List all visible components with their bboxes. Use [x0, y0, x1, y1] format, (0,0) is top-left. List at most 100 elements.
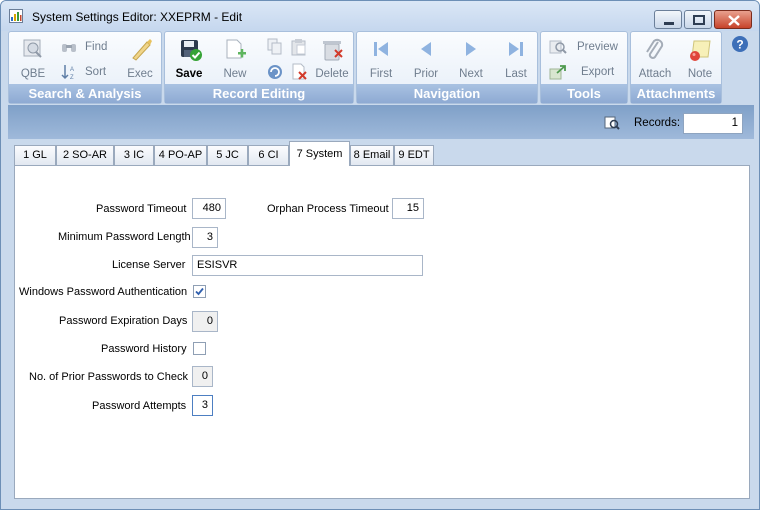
cancel-changes-button[interactable]: [289, 63, 309, 83]
preview-button[interactable]: Preview: [545, 39, 627, 55]
records-search-icon[interactable]: [604, 116, 620, 130]
close-icon: [728, 15, 740, 26]
orphan-process-timeout-label: Orphan Process Timeout: [267, 203, 389, 215]
next-label: Next: [459, 68, 483, 80]
system-settings-panel: Password Timeout 480 Orphan Process Time…: [14, 165, 750, 499]
new-label: New: [223, 68, 247, 80]
svg-text:?: ?: [736, 38, 743, 52]
prior-icon: [421, 42, 431, 56]
find-button[interactable]: Find: [59, 39, 119, 55]
new-button[interactable]: New: [215, 36, 255, 84]
prior-passwords-field[interactable]: 0: [192, 366, 213, 387]
next-button[interactable]: Next: [451, 36, 491, 84]
save-button[interactable]: Save: [169, 36, 209, 84]
checkmark-icon: [195, 287, 204, 296]
last-button[interactable]: Last: [496, 36, 536, 84]
binoculars-icon: [62, 44, 76, 52]
close-button[interactable]: [714, 10, 752, 29]
note-label: Note: [687, 68, 713, 80]
svg-text:A: A: [70, 67, 74, 73]
first-icon: [374, 42, 388, 56]
paste-icon: [291, 39, 306, 56]
prior-button[interactable]: Prior: [406, 36, 446, 84]
export-label: Export: [581, 66, 615, 78]
password-expiration-days-field[interactable]: 0: [192, 311, 218, 332]
title-bar[interactable]: System Settings Editor: XXEPRM - Edit: [1, 1, 759, 31]
new-document-icon: [226, 39, 246, 59]
group-label-tools: Tools: [541, 84, 627, 103]
export-icon: [549, 65, 566, 80]
note-button[interactable]: Note: [679, 36, 721, 84]
copy-button[interactable]: [265, 38, 285, 58]
exec-button[interactable]: Exec: [121, 36, 159, 84]
save-label: Save: [175, 68, 203, 80]
tab-edt[interactable]: 9 EDT: [394, 145, 434, 165]
tab-system[interactable]: 7 System: [289, 141, 350, 166]
qbe-label: QBE: [20, 68, 46, 80]
note-icon: [690, 40, 711, 61]
paperclip-icon: [646, 38, 664, 59]
password-attempts-field[interactable]: 3: [192, 395, 213, 416]
password-history-label: Password History: [101, 343, 187, 355]
tab-po-ap[interactable]: 4 PO-AP: [154, 145, 207, 165]
license-server-field[interactable]: ESISVR: [192, 255, 423, 276]
exec-label: Exec: [127, 68, 153, 80]
qbe-button[interactable]: QBE: [13, 36, 53, 84]
group-tools: Preview Export Tools: [540, 31, 628, 104]
last-label: Last: [505, 68, 527, 80]
find-label: Find: [85, 41, 108, 53]
sort-button[interactable]: A Z Sort: [59, 64, 119, 80]
min-password-length-label: Minimum Password Length: [58, 231, 191, 243]
refresh-button[interactable]: [265, 63, 285, 83]
refresh-icon: [268, 65, 282, 79]
save-icon: [181, 40, 202, 61]
record-bar: Records: 1: [8, 105, 754, 139]
sort-icon: A Z: [61, 65, 74, 80]
delete-doc-icon: [292, 63, 307, 80]
app-window: System Settings Editor: XXEPRM - Edit QB…: [0, 0, 760, 510]
prior-passwords-label: No. of Prior Passwords to Check: [29, 371, 188, 383]
sort-label: Sort: [85, 66, 107, 78]
app-icon: [9, 9, 23, 23]
orphan-process-timeout-field[interactable]: 15: [392, 198, 424, 219]
password-history-checkbox[interactable]: [193, 342, 206, 355]
tab-so-ar[interactable]: 2 SO-AR: [56, 145, 114, 165]
next-icon: [466, 42, 476, 56]
maximize-button[interactable]: [684, 10, 712, 29]
minimize-button[interactable]: [654, 10, 682, 29]
tab-ic[interactable]: 3 IC: [114, 145, 154, 165]
records-label: Records:: [634, 117, 681, 129]
preview-label: Preview: [577, 41, 618, 53]
export-button[interactable]: Export: [545, 64, 627, 80]
group-search-analysis: QBE Find A Z Sort Exec Search & Analysis: [8, 31, 162, 104]
svg-text:Z: Z: [70, 75, 74, 80]
tab-jc[interactable]: 5 JC: [207, 145, 248, 165]
attach-button[interactable]: Attach: [633, 36, 677, 84]
attach-label: Attach: [638, 68, 672, 80]
records-count-field[interactable]: 1: [683, 113, 743, 134]
exec-icon: [132, 39, 152, 61]
first-button[interactable]: First: [361, 36, 401, 84]
password-timeout-label: Password Timeout: [96, 203, 187, 215]
group-label-navigation: Navigation: [357, 84, 537, 103]
min-password-length-field[interactable]: 3: [192, 227, 218, 248]
group-record-editing: Save New Delete Record Editing: [164, 31, 354, 104]
tab-gl[interactable]: 1 GL: [14, 145, 56, 165]
toolbar: QBE Find A Z Sort Exec Search & Analysis…: [8, 31, 754, 104]
help-icon[interactable]: ?: [731, 35, 749, 53]
preview-icon: [549, 40, 567, 54]
group-label-record: Record Editing: [165, 84, 353, 103]
tab-email[interactable]: 8 Email: [350, 145, 394, 165]
group-navigation: First Prior Next Last Navigation: [356, 31, 538, 104]
prior-label: Prior: [413, 68, 439, 80]
window-title: System Settings Editor: XXEPRM - Edit: [32, 10, 243, 24]
maximize-icon: [693, 15, 705, 25]
password-timeout-field[interactable]: 480: [192, 198, 226, 219]
group-label-attachments: Attachments: [631, 84, 721, 103]
paste-button[interactable]: [289, 38, 309, 58]
password-attempts-label: Password Attempts: [92, 400, 187, 412]
tab-ci[interactable]: 6 CI: [248, 145, 289, 165]
password-expiration-days-label: Password Expiration Days: [59, 315, 188, 327]
delete-button[interactable]: Delete: [311, 36, 353, 84]
windows-password-auth-checkbox[interactable]: [193, 285, 206, 298]
